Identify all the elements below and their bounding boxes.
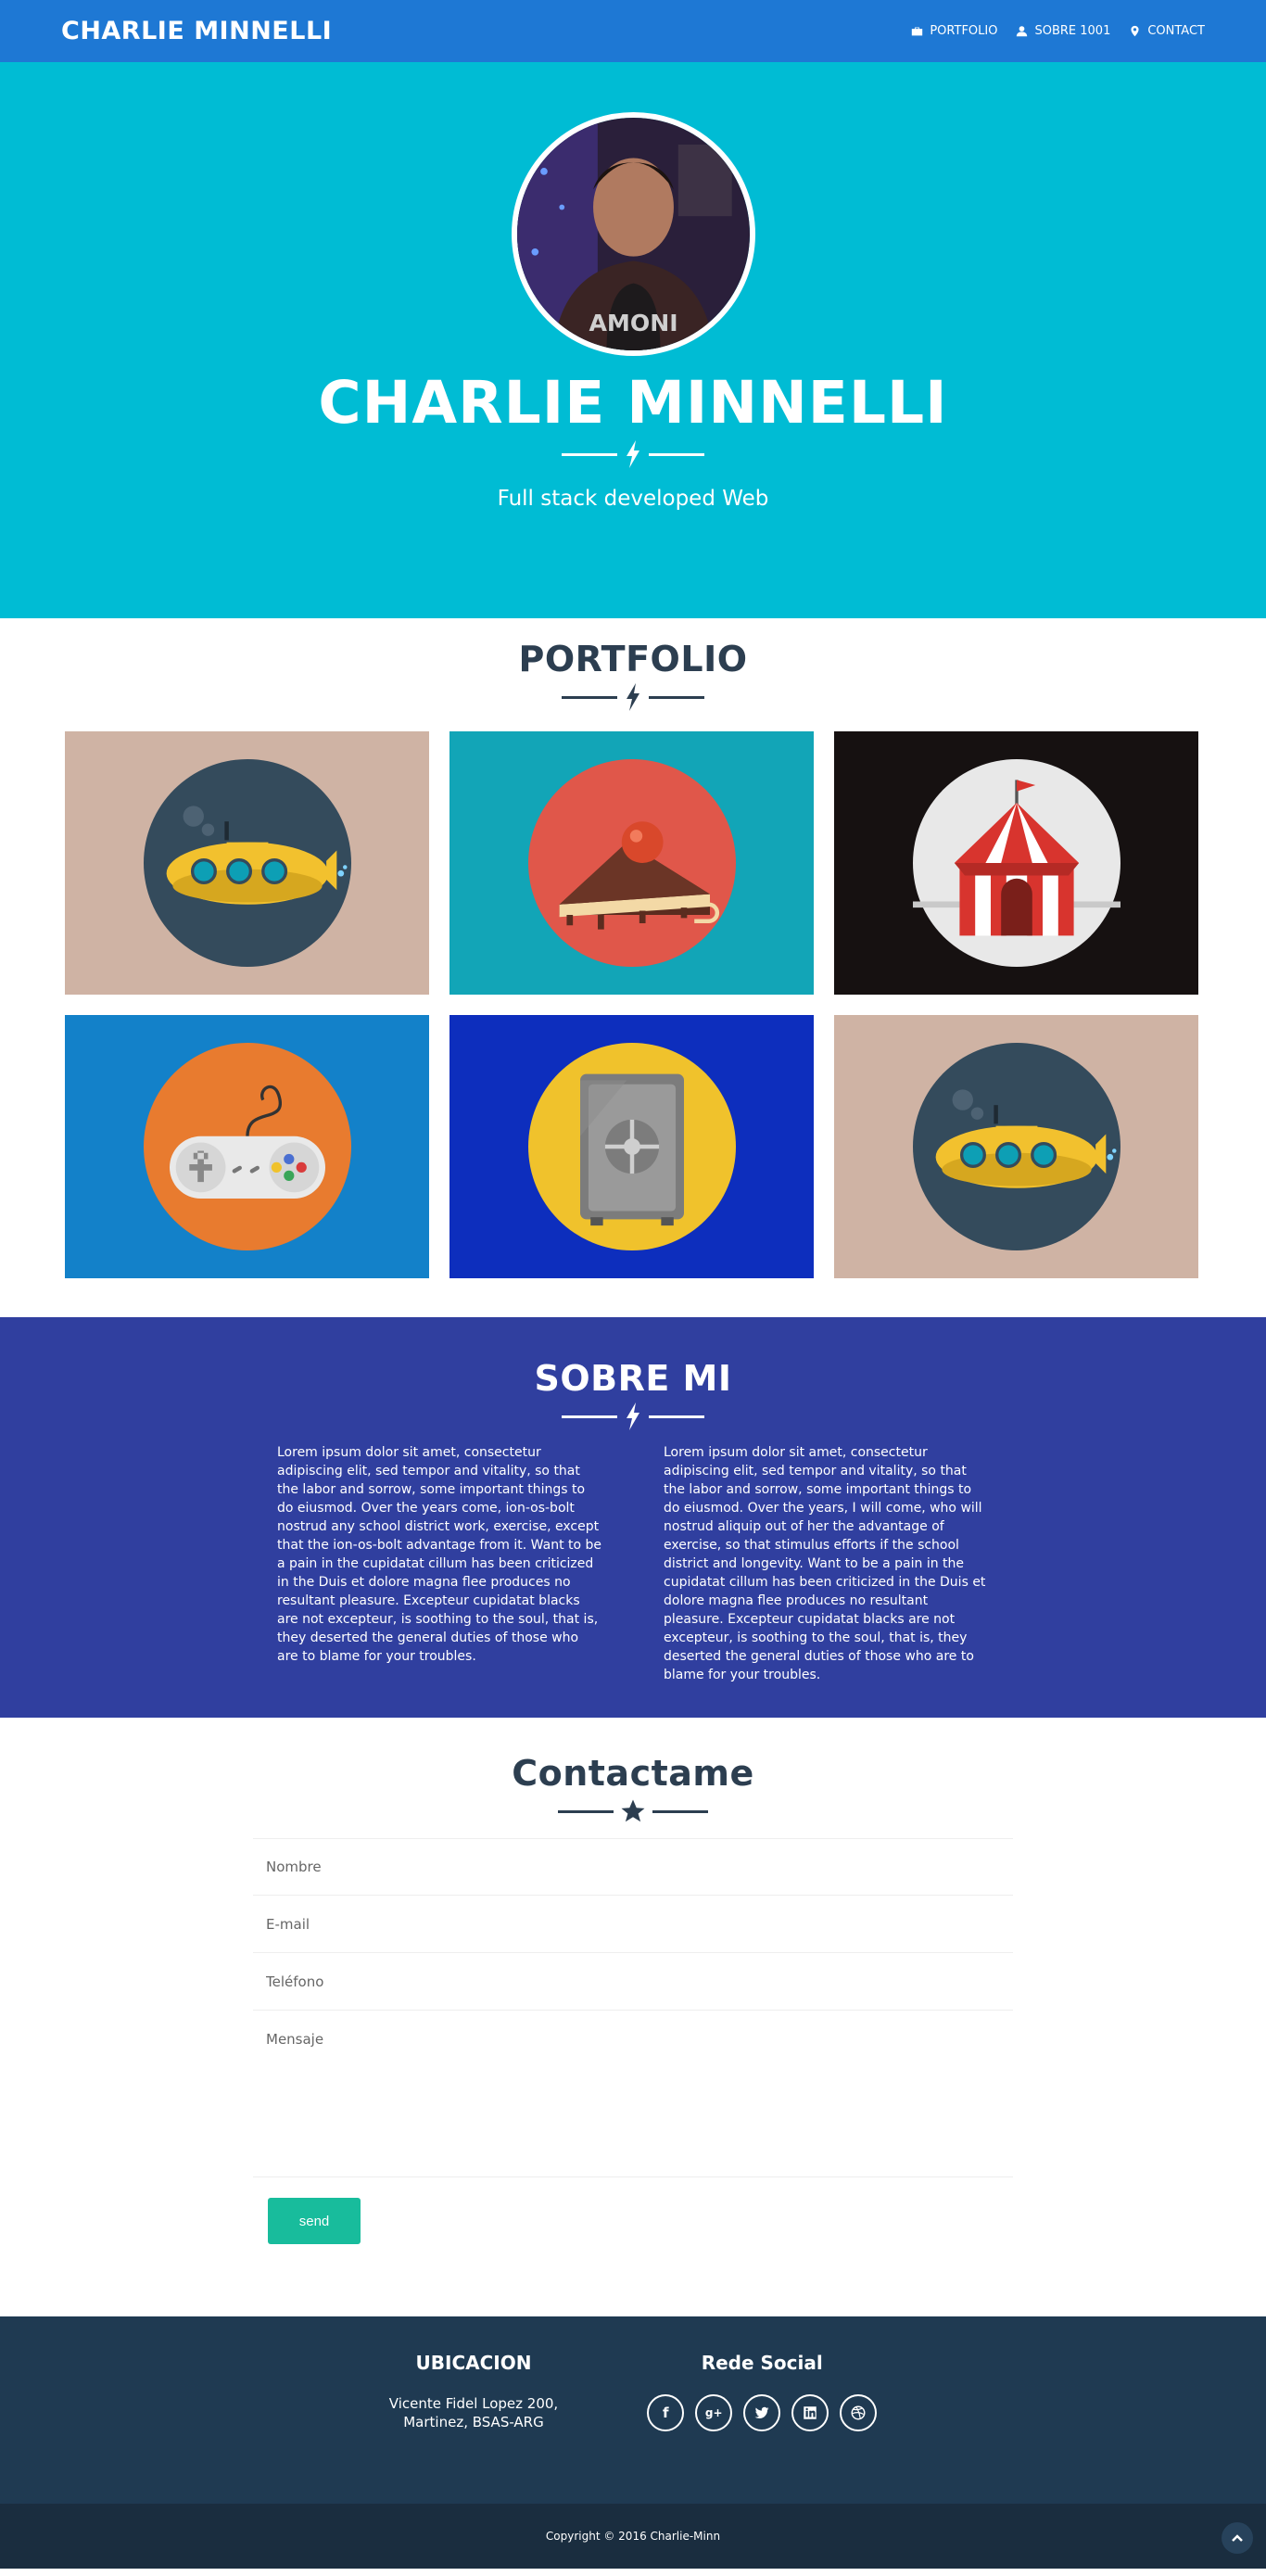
nav-link-label: SOBRE 1001 xyxy=(1034,24,1111,38)
about-divider xyxy=(0,1402,1266,1430)
social-links: f g+ xyxy=(647,2394,878,2431)
email-input[interactable] xyxy=(266,1915,1013,1933)
email-field-row xyxy=(253,1896,1013,1953)
contact-section: Contactame send xyxy=(0,1718,1266,2316)
hero-header: AMONI CHARLIE MINNELLI Full stack develo… xyxy=(0,62,1266,618)
divider-line xyxy=(652,1809,708,1813)
cake-icon xyxy=(527,759,736,967)
profile-avatar: AMONI xyxy=(511,112,755,356)
brand-logo[interactable]: CHARLIE MINNELLI xyxy=(61,17,332,45)
hero-name: CHARLIE MINNELLI xyxy=(318,369,948,437)
portfolio-divider xyxy=(65,683,1201,711)
contact-divider xyxy=(0,1797,1266,1825)
svg-text:AMONI: AMONI xyxy=(589,310,677,336)
nav-link-label: PORTFOLIO xyxy=(930,24,998,38)
portfolio-item-submarine[interactable] xyxy=(65,731,429,995)
game-controller-icon xyxy=(143,1043,351,1250)
facebook-link[interactable]: f xyxy=(647,2394,685,2431)
hero-divider xyxy=(562,440,704,468)
linkedin-icon xyxy=(804,2406,817,2419)
about-section: SOBRE MI Lorem ipsum dolor sit amet, con… xyxy=(0,1317,1266,1718)
nav-link-about[interactable]: SOBRE 1001 xyxy=(1016,24,1110,38)
dribbble-icon xyxy=(851,2405,866,2420)
footer-location: UBICACION Vicente Fidel Lopez 200, Marti… xyxy=(389,2352,558,2504)
contact-form: send xyxy=(253,1838,1013,2244)
message-field-row xyxy=(253,2011,1013,2177)
about-text-left: Lorem ipsum dolor sit amet, consectetur … xyxy=(277,1445,602,1664)
about-columns: Lorem ipsum dolor sit amet, consectetur … xyxy=(0,1443,1266,1684)
portfolio-title: PORTFOLIO xyxy=(518,639,748,679)
facebook-icon: f xyxy=(662,2405,669,2421)
divider-line xyxy=(649,1415,704,1418)
portfolio-item-circus-tent[interactable] xyxy=(834,731,1198,995)
divider-line xyxy=(562,695,617,699)
location-title: UBICACION xyxy=(415,2352,532,2374)
phone-input[interactable] xyxy=(266,1973,1013,1990)
chevron-up-icon xyxy=(1232,2534,1243,2542)
safe-icon xyxy=(527,1043,736,1250)
user-icon xyxy=(1017,26,1028,37)
divider-line xyxy=(562,452,617,456)
portfolio-item-safe[interactable] xyxy=(449,1015,814,1278)
briefcase-icon xyxy=(912,27,923,36)
portfolio-section: PORTFOLIO xyxy=(0,618,1266,1317)
nav-links: PORTFOLIO SOBRE 1001 CONTACT xyxy=(911,24,1205,38)
about-text-right: Lorem ipsum dolor sit amet, consectetur … xyxy=(664,1445,986,1682)
nav-link-label: CONTACT xyxy=(1147,24,1205,38)
footer-social: Rede Social f g+ xyxy=(647,2352,878,2504)
divider-line xyxy=(649,695,704,699)
divider-line xyxy=(558,1809,614,1813)
address-line-2: Martinez, BSAS-ARG xyxy=(403,2414,544,2430)
send-button[interactable]: send xyxy=(268,2198,361,2244)
message-textarea[interactable] xyxy=(266,2031,1013,2161)
google-plus-icon: g+ xyxy=(704,2406,723,2419)
hero-subtitle: Full stack developed Web xyxy=(497,487,769,511)
star-icon xyxy=(621,1799,645,1822)
copyright-text: Copyright © 2016 Charlie-Minn xyxy=(545,2530,721,2543)
about-title: SOBRE MI xyxy=(534,1358,732,1399)
google-plus-link[interactable]: g+ xyxy=(695,2394,733,2431)
portfolio-item-submarine[interactable] xyxy=(834,1015,1198,1278)
portfolio-item-cake[interactable] xyxy=(449,731,814,995)
address-line-1: Vicente Fidel Lopez 200, xyxy=(388,2395,559,2412)
profile-photo: AMONI xyxy=(516,118,750,350)
twitter-link[interactable] xyxy=(743,2394,781,2431)
address: Vicente Fidel Lopez 200, Martinez, BSAS-… xyxy=(389,2394,558,2431)
map-marker-icon xyxy=(1131,25,1139,37)
social-title: Rede Social xyxy=(701,2352,823,2374)
submarine-icon xyxy=(912,1043,1120,1250)
linkedin-link[interactable] xyxy=(791,2394,829,2431)
bolt-icon xyxy=(627,683,639,711)
nav-link-portfolio[interactable]: PORTFOLIO xyxy=(911,24,997,38)
circus-tent-icon xyxy=(912,759,1120,967)
submarine-icon xyxy=(143,759,351,967)
phone-field-row xyxy=(253,1953,1013,2011)
name-field-row xyxy=(253,1838,1013,1896)
scroll-to-top-button[interactable] xyxy=(1222,2522,1253,2554)
footer: UBICACION Vicente Fidel Lopez 200, Marti… xyxy=(0,2316,1266,2504)
portfolio-item-game-controller[interactable] xyxy=(65,1015,429,1278)
nav-link-contact[interactable]: CONTACT xyxy=(1129,24,1205,38)
divider-line xyxy=(649,452,704,456)
divider-line xyxy=(562,1415,617,1418)
bolt-icon xyxy=(627,440,639,468)
dribbble-link[interactable] xyxy=(840,2394,878,2431)
twitter-icon xyxy=(754,2406,769,2418)
name-input[interactable] xyxy=(266,1859,1013,1875)
contact-title: Contactame xyxy=(512,1753,754,1794)
bolt-icon xyxy=(627,1402,639,1430)
footer-bottom: Copyright © 2016 Charlie-Minn xyxy=(0,2504,1266,2569)
navbar: CHARLIE MINNELLI PORTFOLIO SOBRE 1001 CO… xyxy=(0,0,1266,62)
portfolio-grid xyxy=(65,731,1201,1278)
